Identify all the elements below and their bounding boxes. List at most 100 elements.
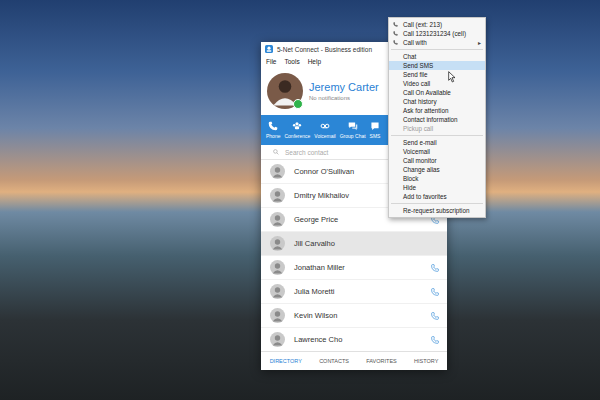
toolbar-label: SMS (370, 133, 381, 139)
contact-name: Kevin Wilson (294, 311, 422, 320)
contact-name: Julia Moretti (294, 287, 422, 296)
menu-item-label: Re-request subscription (403, 207, 481, 214)
context-menu-item[interactable]: Hide (389, 183, 485, 192)
menu-entry[interactable]: Help (308, 58, 321, 65)
toolbar-button[interactable]: Voicemail (314, 121, 335, 139)
profile-name: Jeremy Carter (309, 81, 379, 93)
contact-avatar (270, 284, 285, 299)
menu-entry[interactable]: Tools (284, 58, 299, 65)
phone-icon (268, 121, 278, 131)
tab[interactable]: HISTORY (414, 358, 438, 364)
phone-icon (393, 31, 398, 36)
phone-icon[interactable] (431, 264, 439, 272)
contact-row[interactable]: Jonathan Miller (261, 256, 447, 280)
contact-name: Jonathan Miller (294, 263, 422, 272)
tab[interactable]: CONTACTS (319, 358, 349, 364)
menu-item-label: Send file (403, 71, 481, 78)
context-menu-item[interactable]: Call On Available (389, 88, 485, 97)
context-menu-item[interactable]: Chat (389, 52, 485, 61)
context-menu-item[interactable]: Send file (389, 70, 485, 79)
toolbar-button[interactable]: Group Chat (340, 121, 366, 139)
toolbar-button[interactable]: Conference (284, 121, 310, 139)
contact-row[interactable]: Jill Carvalho (261, 232, 447, 256)
menu-item-label: Block (403, 175, 481, 182)
voicemail-icon (320, 121, 330, 131)
context-menu-item[interactable]: Chat history (389, 97, 485, 106)
context-menu-item[interactable]: Call monitor (389, 156, 485, 165)
sms-icon (370, 121, 380, 131)
menu-item-label: Send SMS (403, 62, 481, 69)
context-menu-item[interactable]: Call (ext: 213) (389, 20, 485, 29)
toolbar-label: Group Chat (340, 133, 366, 139)
contact-avatar (270, 260, 285, 275)
context-menu-item[interactable]: Change alias (389, 165, 485, 174)
toolbar-label: Voicemail (314, 133, 335, 139)
menu-item-label: Ask for attention (403, 107, 481, 114)
contact-row[interactable]: Kevin Wilson (261, 304, 447, 328)
context-menu: Call (ext: 213)Call 1231231234 (cell)Cal… (388, 17, 486, 218)
submenu-arrow: ▸ (478, 39, 481, 46)
tab[interactable]: DIRECTORY (270, 358, 302, 364)
phone-icon (393, 22, 398, 27)
phone-icon[interactable] (431, 336, 439, 344)
context-menu-item[interactable]: Add to favorites (389, 192, 485, 201)
window-title: 5-Net Connect - Business edition (277, 46, 372, 53)
profile-status: No notifications (309, 95, 379, 101)
toolbar-button[interactable]: SMS (370, 121, 381, 139)
mouse-cursor-icon (448, 71, 456, 83)
contact-avatar (270, 164, 285, 179)
conference-icon (292, 121, 302, 131)
toolbar-label: Phone (266, 133, 280, 139)
context-menu-item[interactable]: Send SMS (389, 61, 485, 70)
context-menu-item[interactable]: Pickup call (389, 124, 485, 133)
presence-dot (293, 99, 303, 109)
menu-separator (391, 49, 483, 50)
tab[interactable]: FAVORITES (366, 358, 396, 364)
menu-item-label: Call (ext: 213) (403, 21, 481, 28)
contact-avatar (270, 212, 285, 227)
menu-item-label: Send e-mail (403, 139, 481, 146)
contact-avatar (270, 332, 285, 347)
menu-item-label: Chat (403, 53, 481, 60)
menu-item-label: Change alias (403, 166, 481, 173)
menu-item-label: Chat history (403, 98, 481, 105)
context-menu-item[interactable]: Video call (389, 79, 485, 88)
contact-avatar (270, 236, 285, 251)
context-menu-item[interactable]: Ask for attention (389, 106, 485, 115)
toolbar-button[interactable]: Phone (266, 121, 280, 139)
menu-entry[interactable]: File (266, 58, 276, 65)
menu-item-label: Voicemail (403, 148, 481, 155)
menu-item-label: Call 1231231234 (cell) (403, 30, 481, 37)
profile-avatar[interactable] (267, 73, 303, 109)
app-logo-icon (265, 45, 273, 53)
context-menu-item[interactable]: Contact information (389, 115, 485, 124)
phone-icon[interactable] (431, 312, 439, 320)
context-menu-item[interactable]: Re-request subscription (389, 206, 485, 215)
magnifier-icon (273, 149, 279, 155)
toolbar-label: Conference (284, 133, 310, 139)
menu-separator (391, 135, 483, 136)
contact-row[interactable]: Lawrence Cho (261, 328, 447, 352)
menu-item-label: Hide (403, 184, 481, 191)
phone-icon (393, 40, 398, 45)
menu-item-label: Contact information (403, 116, 481, 123)
menu-item-label: Video call (403, 80, 481, 87)
contact-row[interactable]: Julia Moretti (261, 280, 447, 304)
menu-separator (391, 203, 483, 204)
contact-avatar (270, 308, 285, 323)
contact-name: Lawrence Cho (294, 335, 422, 344)
context-menu-item[interactable]: Call 1231231234 (cell) (389, 29, 485, 38)
phone-icon[interactable] (431, 288, 439, 296)
desktop: 5-Net Connect - Business editionFile Tool… (0, 0, 600, 400)
menu-item-label: Pickup call (403, 125, 481, 132)
bottom-tabs: DIRECTORY CONTACTS FAVORITES HISTORY (261, 351, 447, 370)
menu-item-label: Add to favorites (403, 193, 481, 200)
context-menu-item[interactable]: Block (389, 174, 485, 183)
menu-item-label: Call On Available (403, 89, 481, 96)
menu-item-label: Call monitor (403, 157, 481, 164)
context-menu-item[interactable]: Send e-mail (389, 138, 485, 147)
context-menu-item[interactable]: Call with▸ (389, 38, 485, 47)
contact-avatar (270, 188, 285, 203)
context-menu-item[interactable]: Voicemail (389, 147, 485, 156)
contact-name: Jill Carvalho (294, 239, 439, 248)
